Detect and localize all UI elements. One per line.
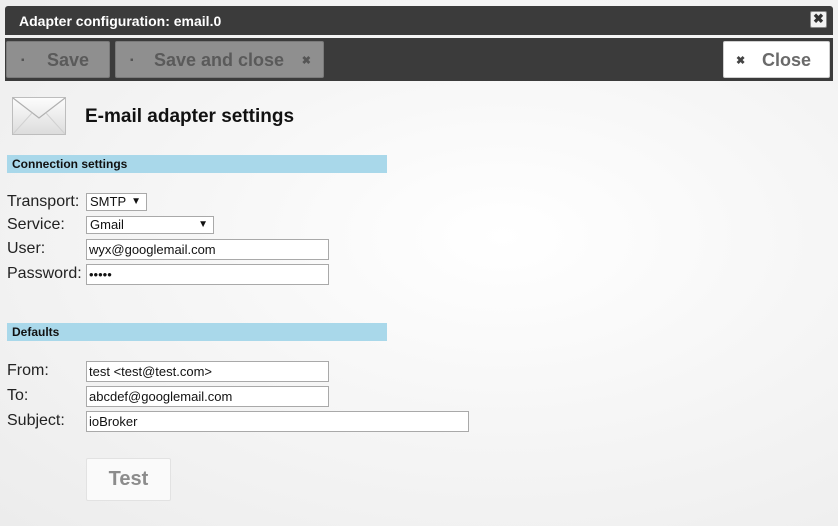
close-icon: ✖ [301, 55, 311, 67]
dialog-toolbar: ▪ Save ▪ Save and close ✖ ✖ Close [5, 38, 833, 81]
from-label: From: [7, 362, 49, 379]
transport-label: Transport: [7, 193, 80, 210]
subject-label: Subject: [7, 412, 65, 429]
close-icon: ✖ [736, 55, 746, 67]
save-button[interactable]: ▪ Save [6, 41, 110, 78]
dialog-title: Adapter configuration: email.0 [19, 13, 222, 29]
section-defaults: Defaults [7, 323, 387, 341]
to-input[interactable] [86, 386, 329, 407]
floppy-icon: ▪ [21, 55, 25, 66]
dropdown-arrow-icon: ▼ [131, 196, 141, 207]
envelope-icon [12, 97, 66, 135]
service-label: Service: [7, 216, 65, 233]
password-label: Password: [7, 265, 82, 282]
service-select-value: Gmail [90, 217, 124, 232]
dialog-close-icon[interactable]: ✖ [810, 11, 827, 28]
subject-input[interactable] [86, 411, 469, 432]
adapter-config-dialog: Adapter configuration: email.0 ✖ ▪ Save … [0, 0, 838, 526]
close-button-label: Close [762, 50, 812, 70]
save-and-close-button[interactable]: ▪ Save and close ✖ [115, 41, 324, 78]
dialog-titlebar[interactable]: Adapter configuration: email.0 ✖ [5, 6, 833, 35]
to-label: To: [7, 387, 29, 404]
from-input[interactable] [86, 361, 329, 382]
section-connection-settings: Connection settings [7, 155, 387, 173]
save-and-close-button-label: Save and close [154, 50, 285, 70]
user-input[interactable] [86, 239, 329, 260]
transport-select[interactable]: SMTP ▼ [86, 193, 147, 211]
test-button[interactable]: Test [86, 458, 171, 501]
user-label: User: [7, 240, 46, 257]
dropdown-arrow-icon: ▼ [198, 219, 208, 230]
close-button[interactable]: ✖ Close [723, 41, 830, 78]
save-button-label: Save [47, 50, 90, 70]
floppy-icon: ▪ [130, 55, 134, 66]
password-input[interactable] [86, 264, 329, 285]
transport-select-value: SMTP [90, 194, 127, 209]
service-select[interactable]: Gmail ▼ [86, 216, 214, 234]
page-title: E-mail adapter settings [85, 106, 295, 127]
